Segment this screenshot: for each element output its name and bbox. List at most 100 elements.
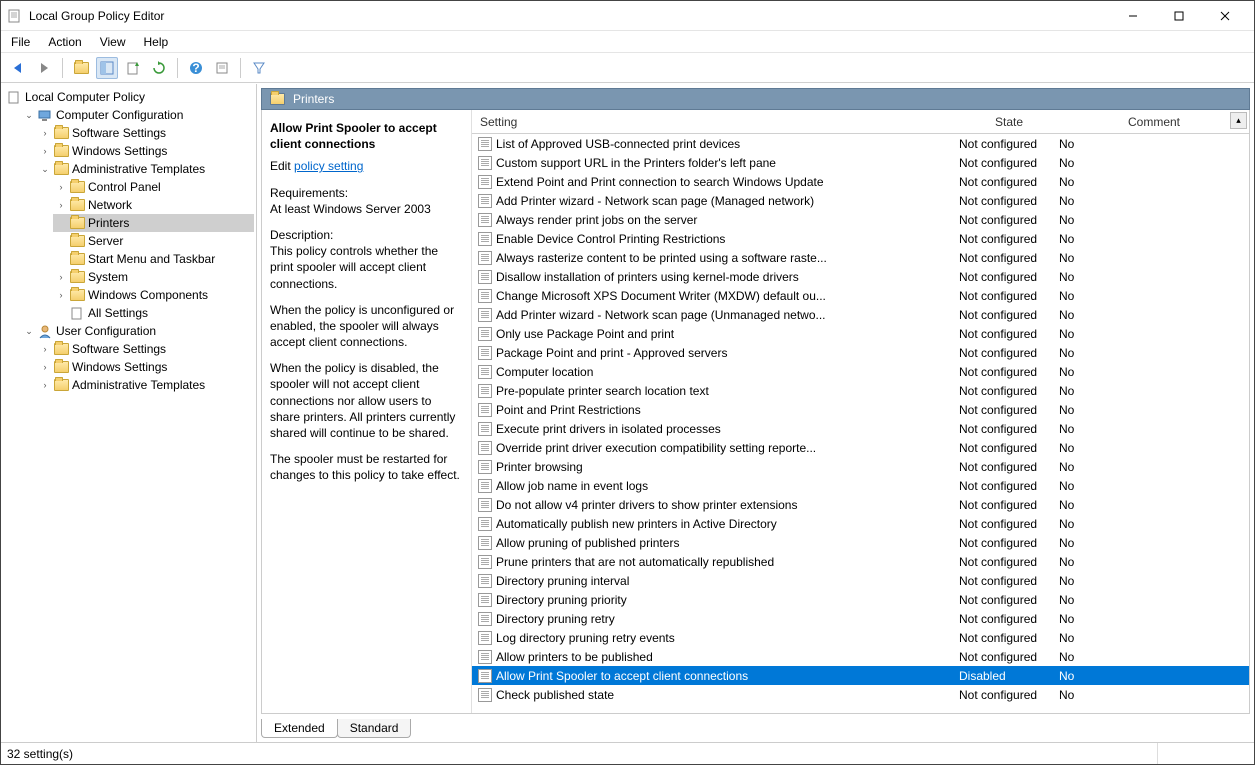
list-row[interactable]: Add Printer wizard - Network scan page (…	[472, 305, 1249, 324]
menu-view[interactable]: View	[100, 35, 126, 49]
list-row[interactable]: Computer locationNot configuredNo	[472, 362, 1249, 381]
tree-pane[interactable]: Local Computer Policy ⌄ Computer Configu…	[1, 84, 257, 742]
req-label: Requirements:	[270, 186, 348, 200]
menu-file[interactable]: File	[11, 35, 30, 49]
tab-standard[interactable]: Standard	[337, 719, 412, 738]
list-row[interactable]: Custom support URL in the Printers folde…	[472, 153, 1249, 172]
setting-icon	[478, 517, 492, 531]
expand-icon[interactable]: ›	[39, 343, 51, 355]
tree-computer-config[interactable]: ⌄ Computer Configuration	[21, 106, 254, 124]
list-row[interactable]: Printer browsingNot configuredNo	[472, 457, 1249, 476]
collapse-icon[interactable]: ⌄	[23, 109, 35, 121]
list-row[interactable]: Prune printers that are not automaticall…	[472, 552, 1249, 571]
list-row[interactable]: Do not allow v4 printer drivers to show …	[472, 495, 1249, 514]
help-button[interactable]: ?	[185, 57, 207, 79]
setting-icon	[478, 346, 492, 360]
up-button[interactable]	[70, 57, 92, 79]
col-setting[interactable]: Setting	[472, 115, 959, 129]
setting-icon	[478, 213, 492, 227]
list-rows[interactable]: List of Approved USB-connected print dev…	[472, 134, 1249, 713]
col-state[interactable]: State	[959, 115, 1059, 129]
tree-item[interactable]: All Settings	[53, 304, 254, 322]
refresh-button[interactable]	[148, 57, 170, 79]
app-icon	[7, 8, 23, 24]
tree-item[interactable]: ›Windows Settings	[37, 358, 254, 376]
list-row[interactable]: Package Point and print - Approved serve…	[472, 343, 1249, 362]
list-row[interactable]: Enable Device Control Printing Restricti…	[472, 229, 1249, 248]
tree-item[interactable]: ›Windows Components	[53, 286, 254, 304]
list-row[interactable]: Allow printers to be publishedNot config…	[472, 647, 1249, 666]
tree-item[interactable]: ›Administrative Templates	[37, 376, 254, 394]
tree-item[interactable]: ›Windows Settings	[37, 142, 254, 160]
filter-button[interactable]	[248, 57, 270, 79]
list-row[interactable]: Only use Package Point and printNot conf…	[472, 324, 1249, 343]
list-row[interactable]: Change Microsoft XPS Document Writer (MX…	[472, 286, 1249, 305]
list-row[interactable]: Pre-populate printer search location tex…	[472, 381, 1249, 400]
tree-user-config[interactable]: ⌄ User Configuration	[21, 322, 254, 340]
list-row[interactable]: Allow Print Spooler to accept client con…	[472, 666, 1249, 685]
menu-action[interactable]: Action	[48, 35, 81, 49]
collapse-icon[interactable]: ⌄	[39, 163, 51, 175]
list-row[interactable]: Always render print jobs on the serverNo…	[472, 210, 1249, 229]
list-row[interactable]: Disallow installation of printers using …	[472, 267, 1249, 286]
list-row[interactable]: Always rasterize content to be printed u…	[472, 248, 1249, 267]
setting-icon	[478, 574, 492, 588]
expand-icon[interactable]: ›	[55, 199, 67, 211]
maximize-button[interactable]	[1156, 2, 1202, 30]
properties-button[interactable]	[211, 57, 233, 79]
setting-icon	[478, 498, 492, 512]
scroll-up-button[interactable]: ▴	[1230, 112, 1247, 129]
titlebar[interactable]: Local Group Policy Editor	[1, 1, 1254, 31]
expand-icon[interactable]: ›	[39, 379, 51, 391]
folder-icon	[54, 361, 69, 373]
tree-item[interactable]: Start Menu and Taskbar	[53, 250, 254, 268]
list-row[interactable]: Automatically publish new printers in Ac…	[472, 514, 1249, 533]
menu-help[interactable]: Help	[144, 35, 169, 49]
tree-item[interactable]: Server	[53, 232, 254, 250]
setting-icon	[478, 612, 492, 626]
list-row[interactable]: Check published stateNot configuredNo	[472, 685, 1249, 704]
expand-icon[interactable]: ›	[39, 127, 51, 139]
tree-item[interactable]: ›Control Panel	[53, 178, 254, 196]
status-cell	[1028, 743, 1158, 764]
expand-icon[interactable]: ›	[39, 145, 51, 157]
list-row[interactable]: Allow job name in event logsNot configur…	[472, 476, 1249, 495]
expand-icon[interactable]: ›	[55, 181, 67, 193]
expand-icon[interactable]: ›	[55, 271, 67, 283]
minimize-button[interactable]	[1110, 2, 1156, 30]
list-row[interactable]: List of Approved USB-connected print dev…	[472, 134, 1249, 153]
list-row[interactable]: Extend Point and Print connection to sea…	[472, 172, 1249, 191]
setting-icon	[478, 384, 492, 398]
list-row[interactable]: Allow pruning of published printersNot c…	[472, 533, 1249, 552]
edit-policy-link[interactable]: policy setting	[294, 159, 363, 173]
folder-icon	[70, 217, 85, 229]
tree-item[interactable]: ›System	[53, 268, 254, 286]
tree-item-printers[interactable]: Printers	[53, 214, 254, 232]
list-row[interactable]: Override print driver execution compatib…	[472, 438, 1249, 457]
col-comment[interactable]: Comment	[1059, 115, 1249, 129]
close-button[interactable]	[1202, 2, 1248, 30]
list-row[interactable]: Log directory pruning retry eventsNot co…	[472, 628, 1249, 647]
tree-admin-templates[interactable]: ⌄Administrative Templates	[37, 160, 254, 178]
show-hide-tree-button[interactable]	[96, 57, 118, 79]
list-row[interactable]: Directory pruning retryNot configuredNo	[472, 609, 1249, 628]
back-button[interactable]	[7, 57, 29, 79]
list-row[interactable]: Execute print drivers in isolated proces…	[472, 419, 1249, 438]
setting-icon	[478, 175, 492, 189]
setting-icon	[478, 479, 492, 493]
expand-icon[interactable]: ›	[55, 289, 67, 301]
export-button[interactable]	[122, 57, 144, 79]
tree-item[interactable]: ›Network	[53, 196, 254, 214]
list-row[interactable]: Add Printer wizard - Network scan page (…	[472, 191, 1249, 210]
setting-icon	[478, 536, 492, 550]
forward-button[interactable]	[33, 57, 55, 79]
tab-extended[interactable]: Extended	[261, 719, 338, 738]
list-row[interactable]: Point and Print RestrictionsNot configur…	[472, 400, 1249, 419]
tree-item[interactable]: ›Software Settings	[37, 124, 254, 142]
list-row[interactable]: Directory pruning intervalNot configured…	[472, 571, 1249, 590]
collapse-icon[interactable]: ⌄	[23, 325, 35, 337]
tree-root[interactable]: Local Computer Policy	[5, 88, 254, 106]
tree-item[interactable]: ›Software Settings	[37, 340, 254, 358]
list-row[interactable]: Directory pruning priorityNot configured…	[472, 590, 1249, 609]
expand-icon[interactable]: ›	[39, 361, 51, 373]
